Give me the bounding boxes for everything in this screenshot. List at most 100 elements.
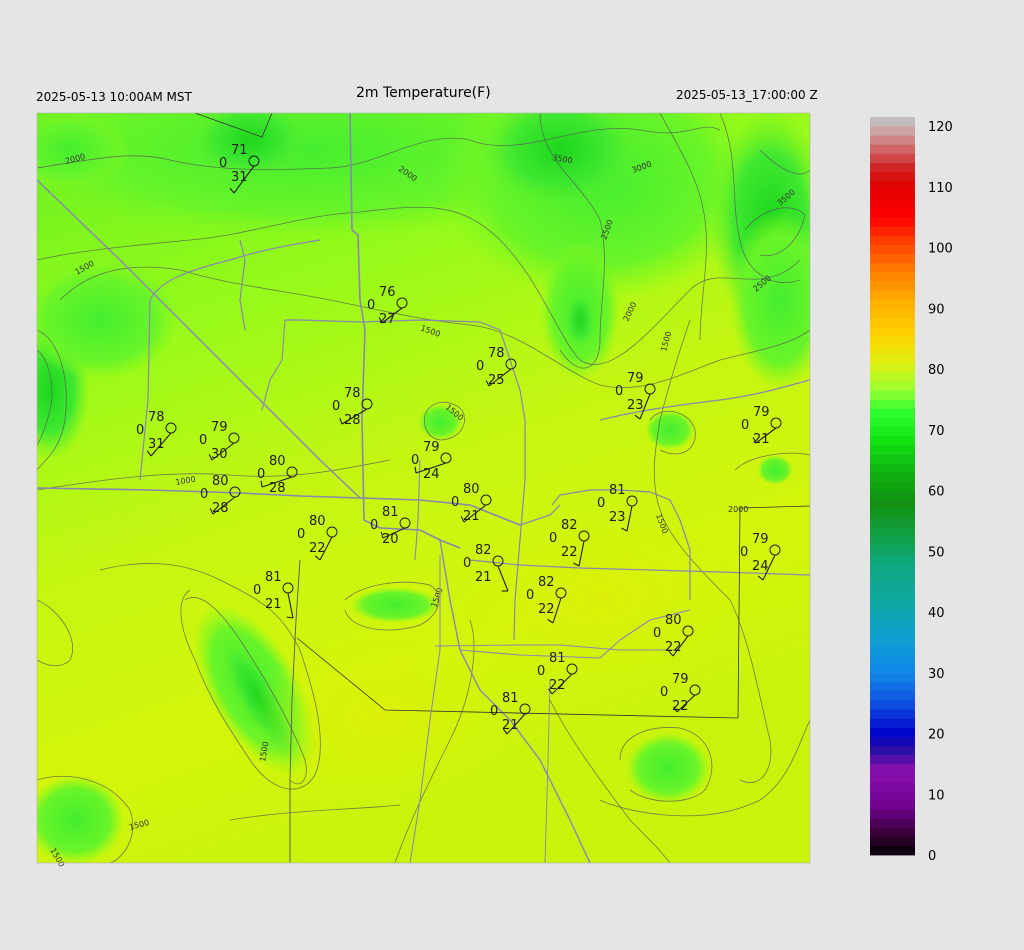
colorbar-band (870, 463, 915, 473)
station-temperature: 78 (148, 410, 165, 425)
station-temperature: 78 (344, 386, 361, 401)
station-temperature: 79 (672, 672, 689, 687)
station-temperature: 78 (488, 346, 505, 361)
colorbar-band (870, 417, 915, 428)
colorbar-band (870, 144, 915, 154)
colorbar-tick-label: 40 (928, 606, 945, 621)
colorbar-band (870, 435, 915, 446)
contour-label: 2000 (728, 505, 748, 514)
colorbar-band (870, 663, 915, 674)
station-dewpoint: 21 (502, 718, 519, 733)
station-dewpoint: 22 (549, 678, 566, 693)
colorbar-band (870, 809, 915, 819)
colorbar-band (870, 599, 915, 610)
colorbar-tick-label: 70 (928, 424, 945, 439)
station-wind-speed: 0 (332, 399, 340, 414)
colorbar-tick-label: 80 (928, 363, 945, 378)
colorbar-band (870, 800, 915, 810)
station-wind-speed: 0 (740, 545, 748, 560)
colorbar-band (870, 372, 915, 382)
colorbar-band (870, 836, 915, 847)
colorbar-band (870, 153, 915, 163)
station-temperature: 71 (231, 143, 248, 158)
colorbar-band (870, 681, 915, 692)
colorbar-band (870, 226, 915, 236)
colorbar-band (870, 536, 915, 546)
colorbar-band (870, 135, 915, 145)
station-dewpoint: 28 (212, 501, 229, 516)
colorbar-band (870, 162, 915, 173)
colorbar-band (870, 791, 915, 801)
colorbar-band (870, 754, 915, 765)
colorbar-band (870, 517, 915, 528)
station-wind-speed: 0 (490, 704, 498, 719)
station-temperature: 82 (561, 518, 578, 533)
colorbar-band (870, 782, 915, 792)
station-wind-speed: 0 (257, 467, 265, 482)
colorbar-tick-label: 0 (928, 849, 936, 864)
colorbar-band (870, 508, 915, 519)
colorbar-band (870, 444, 915, 455)
station-temperature: 80 (665, 613, 682, 628)
colorbar-band (870, 317, 915, 327)
colorbar-band (870, 627, 915, 637)
station-temperature: 80 (269, 454, 286, 469)
station-temperature: 79 (627, 371, 644, 386)
colorbar-band (870, 818, 915, 829)
colorbar-band (870, 672, 915, 683)
colorbar-tick-label: 20 (928, 728, 945, 743)
colorbar-tick-label: 110 (928, 181, 953, 196)
colorbar-band (870, 271, 915, 282)
colorbar-band (870, 290, 915, 300)
station-temperature: 79 (753, 405, 770, 420)
colorbar-band (870, 554, 915, 564)
station-wind-speed: 0 (653, 626, 661, 641)
colorbar-tick-label: 100 (928, 242, 953, 257)
colorbar-band (870, 308, 915, 318)
station-dewpoint: 25 (488, 373, 505, 388)
station-wind-speed: 0 (136, 423, 144, 438)
colorbar-band (870, 362, 915, 373)
map-canvas: 2000200035003000350025002500200015001500… (36, 112, 953, 869)
station-dewpoint: 21 (463, 509, 480, 524)
station-temperature: 81 (382, 505, 399, 520)
station-temperature: 80 (463, 482, 480, 497)
colorbar-band (870, 244, 915, 255)
station-temperature: 82 (538, 575, 555, 590)
colorbar-band (870, 253, 915, 264)
station-wind-speed: 0 (411, 453, 419, 468)
colorbar-bands (870, 116, 915, 856)
colorbar-band (870, 454, 915, 464)
station-temperature: 81 (609, 483, 626, 498)
colorbar-band (870, 608, 915, 619)
station-temperature: 80 (309, 514, 326, 529)
colorbar-band (870, 490, 915, 501)
colorbar-band (870, 299, 915, 309)
colorbar-band (870, 126, 915, 136)
colorbar-band (870, 727, 915, 737)
station-dewpoint: 22 (665, 640, 682, 655)
colorbar-band (870, 709, 915, 719)
colorbar-band (870, 235, 915, 245)
station-temperature: 76 (379, 285, 396, 300)
colorbar-band (870, 545, 915, 555)
station-wind-speed: 0 (199, 433, 207, 448)
station-dewpoint: 22 (672, 699, 689, 714)
colorbar-tick-label: 10 (928, 788, 945, 803)
colorbar-band (870, 426, 915, 437)
colorbar-tick-labels: 1201101009080706050403020100 (928, 120, 953, 864)
station-temperature: 82 (475, 543, 492, 558)
map-page: 2025-05-13 10:00AM MST 2m Temperature(F)… (0, 0, 1024, 950)
colorbar-band (870, 116, 915, 127)
colorbar-band (870, 280, 915, 291)
colorbar-band (870, 217, 915, 227)
station-wind-speed: 0 (219, 156, 227, 171)
colorbar-band (870, 736, 915, 747)
colorbar-band (870, 399, 915, 409)
station-temperature: 81 (265, 570, 282, 585)
colorbar-band (870, 581, 915, 592)
colorbar-band (870, 189, 915, 200)
colorbar-band (870, 171, 915, 182)
colorbar-band (870, 344, 915, 355)
station-dewpoint: 31 (231, 170, 248, 185)
